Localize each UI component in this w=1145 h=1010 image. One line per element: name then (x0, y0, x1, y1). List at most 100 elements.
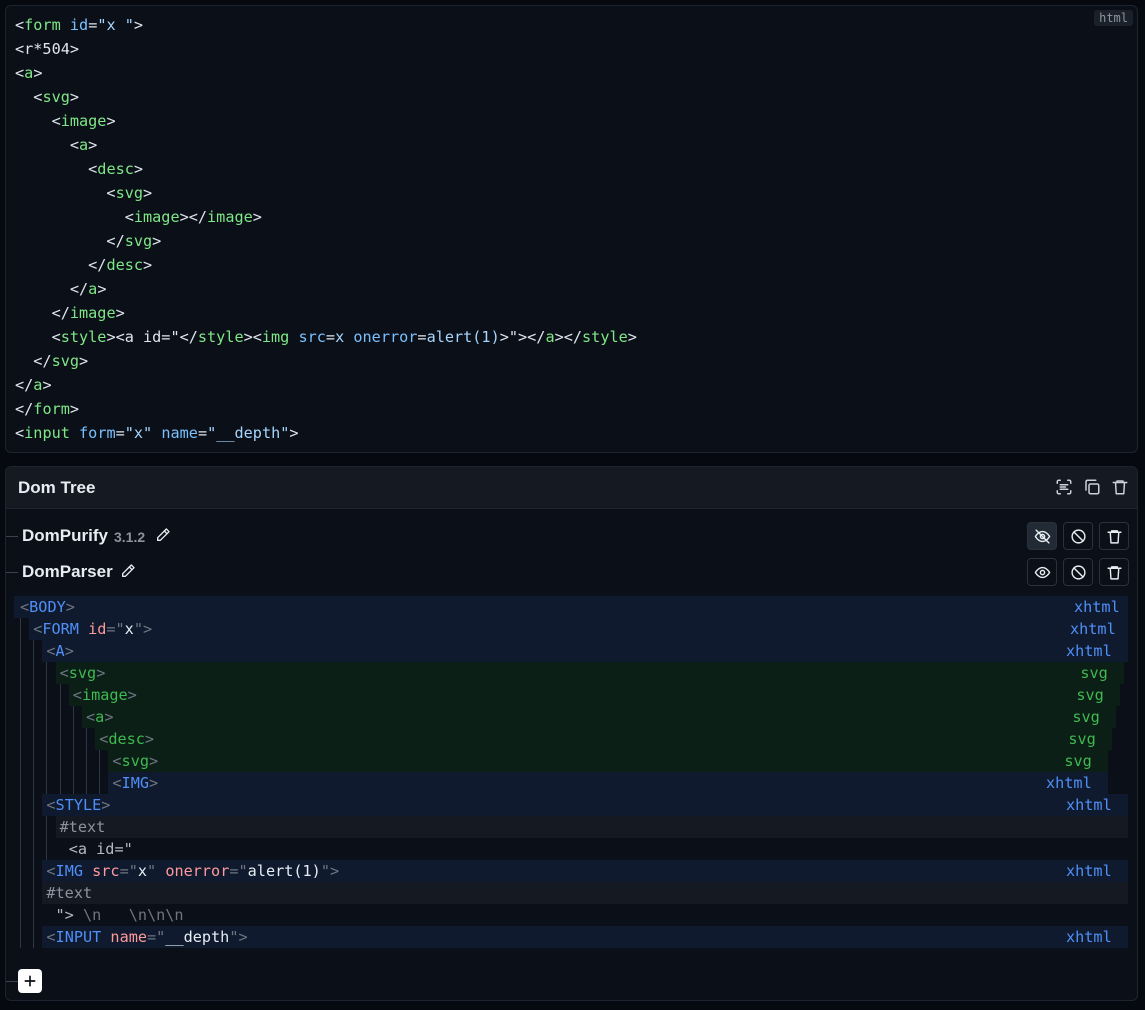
code-token: </ (15, 232, 125, 250)
bracket: " (320, 862, 330, 880)
toggle-visibility-button[interactable] (1027, 522, 1057, 550)
tree-node-element[interactable]: xhtml <A> (14, 640, 1128, 662)
code-token: = (88, 16, 98, 34)
tree-node-element[interactable]: xhtml <STYLE> (14, 794, 1128, 816)
tree-node-element[interactable]: svg <svg> (14, 662, 1124, 684)
code-token: < (15, 112, 61, 130)
namespace-label: xhtml (1066, 796, 1112, 814)
tree-node-element[interactable]: svg <svg> (14, 750, 1124, 772)
code-token: src (298, 328, 326, 346)
tree-node-element[interactable]: svg <a> (14, 706, 1124, 728)
row-highlight (82, 706, 1116, 728)
row-highlight (42, 794, 1128, 816)
tree-node-element[interactable]: xhtml <IMG src="x" onerror="alert(1)"> (14, 860, 1128, 882)
row-highlight (14, 596, 1128, 618)
indent-guide (59, 750, 61, 772)
bracket: < (112, 752, 122, 770)
code-token: </ (15, 352, 52, 370)
scan-icon[interactable] (1055, 478, 1073, 496)
disable-button[interactable] (1063, 558, 1093, 586)
row-highlight (55, 662, 1124, 684)
indent-guide (72, 750, 74, 772)
tree-node-element[interactable]: xhtml <INPUT name="__depth"> (14, 926, 1128, 948)
trash-icon (1106, 528, 1123, 545)
node-label: <BODY> (20, 596, 75, 618)
code-token: > (133, 160, 144, 178)
bracket: < (112, 774, 122, 792)
code-token: > (627, 328, 637, 346)
code-token: desc (106, 256, 144, 274)
delete-tool-button[interactable] (1099, 522, 1129, 550)
toggle-visibility-button[interactable] (1027, 558, 1057, 586)
indent-guide (46, 706, 48, 728)
code-editor[interactable]: html <form id="x "> <r*504> <a> <svg> <ima… (5, 5, 1138, 453)
code-line: </a> (15, 373, 637, 397)
node-label: <desc> (99, 728, 154, 750)
eye-icon (1034, 564, 1051, 581)
indent-guide (33, 772, 35, 794)
add-tool-button[interactable] (18, 969, 42, 993)
code-token: desc (97, 160, 134, 178)
indent-guide (20, 772, 21, 794)
bracket: > (127, 686, 137, 704)
ban-icon (1070, 528, 1087, 545)
trash-icon[interactable] (1111, 478, 1129, 496)
copy-icon[interactable] (1083, 478, 1101, 496)
indent-guide (20, 684, 21, 706)
attr-value: alert(1) (247, 862, 321, 880)
node-label: <svg> (112, 750, 158, 772)
tree-node-text-content: <a id=" (14, 838, 1124, 860)
code-token: ></ (554, 328, 583, 346)
code-token: ></ (179, 208, 208, 226)
code-token: > (143, 256, 153, 274)
code-line: <form id="x "> (15, 13, 637, 37)
bracket: =" (229, 862, 248, 880)
namespace-label: svg (1064, 752, 1092, 770)
namespace-label: svg (1080, 664, 1108, 682)
code-token: </ (15, 376, 34, 394)
tag-name: svg (68, 664, 97, 682)
attr-name: id (88, 620, 107, 638)
disable-button[interactable] (1063, 522, 1093, 550)
tree-node-element[interactable]: xhtml <BODY> (14, 596, 1128, 618)
code-token: </ (15, 280, 89, 298)
text-node-label: #text (46, 884, 93, 902)
pencil-icon[interactable] (155, 527, 171, 543)
delete-tool-button[interactable] (1099, 558, 1129, 586)
indent-guide (86, 750, 87, 772)
pencil-icon[interactable] (120, 563, 136, 579)
tree-node-element[interactable]: svg <desc> (14, 728, 1124, 750)
code-token: x (335, 328, 345, 346)
code-line: <image></image> (15, 205, 637, 229)
row-highlight (68, 684, 1120, 706)
row-highlight (108, 772, 1108, 794)
namespace-label: xhtml (1046, 774, 1092, 792)
code-token: img (261, 328, 290, 346)
tag-name: desc (108, 730, 145, 748)
tree-node-element[interactable]: xhtml <FORM id="x"> (14, 618, 1128, 640)
code-token: "__depth" (207, 424, 290, 442)
code-line: <r*504> (15, 37, 637, 61)
code-token: < (15, 88, 43, 106)
node-label: #text (60, 816, 106, 838)
code-token: name (161, 424, 198, 442)
code-token: a (88, 280, 98, 298)
code-line: </svg> (15, 229, 637, 253)
attr-value: x (124, 620, 134, 638)
code-token: < (15, 16, 25, 34)
code-token: = (115, 424, 125, 442)
bracket: > (142, 620, 153, 638)
code-line: <svg> (15, 85, 637, 109)
tree-node-element[interactable]: svg <image> (14, 684, 1124, 706)
tree-node-element[interactable]: xhtml <IMG> (14, 772, 1124, 794)
indent-guide (33, 662, 35, 684)
namespace-label: svg (1068, 730, 1096, 748)
bracket: > (238, 928, 248, 946)
indent-guide (33, 860, 35, 882)
tag-name: IMG (55, 862, 83, 880)
code-line: <a> (15, 61, 637, 85)
code-token: form (24, 16, 61, 34)
dom-tree-panel: Dom Tree DomPurify 3.1.2 DomParser xhtml… (5, 466, 1138, 1001)
tool-name: DomPurify (22, 526, 108, 545)
